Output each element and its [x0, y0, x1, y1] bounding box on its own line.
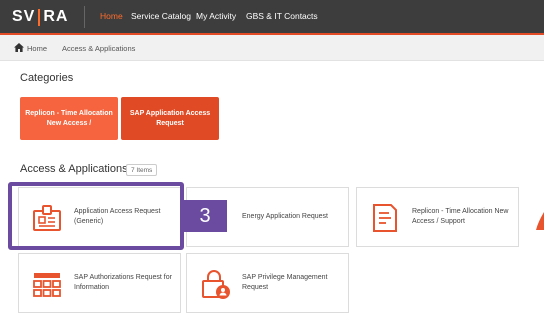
card-replicon-time-allocation[interactable]: Replicon - Time Allocation New Access / …: [356, 187, 519, 247]
card-label-text: Application Access Request (Generic): [74, 208, 161, 225]
top-navbar: SV RA Home Service Catalog My Activity G…: [0, 0, 544, 33]
home-icon[interactable]: [14, 43, 24, 52]
card-application-access-request[interactable]: Application Access Request (Generic): [18, 187, 181, 247]
card-label-text: SAP Authorizations Request for Informati…: [74, 274, 172, 291]
breadcrumb: Home Access & Applications: [0, 35, 544, 61]
nav-my-activity[interactable]: My Activity: [196, 11, 236, 21]
category-tile-replicon[interactable]: Replicon - Time Allocation New Access /: [20, 97, 118, 140]
access-applications-heading: Access & Applications: [20, 163, 128, 175]
category-tile-sap-access[interactable]: SAP Application Access Request: [121, 97, 219, 140]
id-card-icon: [33, 205, 61, 231]
card-sap-authorizations-request[interactable]: SAP Authorizations Request for Informati…: [18, 253, 181, 313]
card-label: SAP Authorizations Request for Informati…: [74, 254, 178, 312]
breadcrumb-current: Access & Applications: [62, 44, 136, 53]
nav-gbs-it-contacts[interactable]: GBS & IT Contacts: [246, 11, 318, 21]
company-logo[interactable]: SV RA: [12, 7, 68, 27]
card-label: Energy Application Request: [242, 188, 346, 246]
calendar-grid-icon: [33, 273, 61, 297]
lock-user-icon: [202, 270, 230, 299]
card-label-text: Replicon - Time Allocation New Access / …: [412, 208, 509, 225]
step-number-badge: 3: [183, 200, 227, 232]
partial-card-icon: [536, 212, 544, 230]
logo-divider: [38, 8, 41, 26]
categories-heading: Categories: [20, 72, 74, 84]
card-label: SAP Privilege Management Request: [242, 254, 346, 312]
card-label-text: SAP Privilege Management Request: [242, 274, 328, 291]
card-label: Replicon - Time Allocation New Access / …: [412, 188, 516, 246]
category-tile-label: SAP Application Access Request: [129, 110, 211, 127]
logo-text-right: RA: [43, 8, 69, 25]
nav-service-catalog[interactable]: Service Catalog: [131, 11, 191, 21]
card-label-text: Energy Application Request: [242, 213, 328, 221]
item-count-badge: 7 Items: [126, 164, 158, 176]
breadcrumb-home[interactable]: Home: [27, 44, 47, 53]
logo-text-left: SV: [12, 8, 36, 25]
document-icon: [373, 204, 397, 232]
nav-home[interactable]: Home: [100, 11, 123, 21]
nav-separator: [84, 6, 85, 28]
card-label: Application Access Request (Generic): [74, 188, 178, 246]
card-sap-privilege-management[interactable]: SAP Privilege Management Request: [186, 253, 349, 313]
category-tile-label: Replicon - Time Allocation New Access /: [25, 110, 113, 127]
